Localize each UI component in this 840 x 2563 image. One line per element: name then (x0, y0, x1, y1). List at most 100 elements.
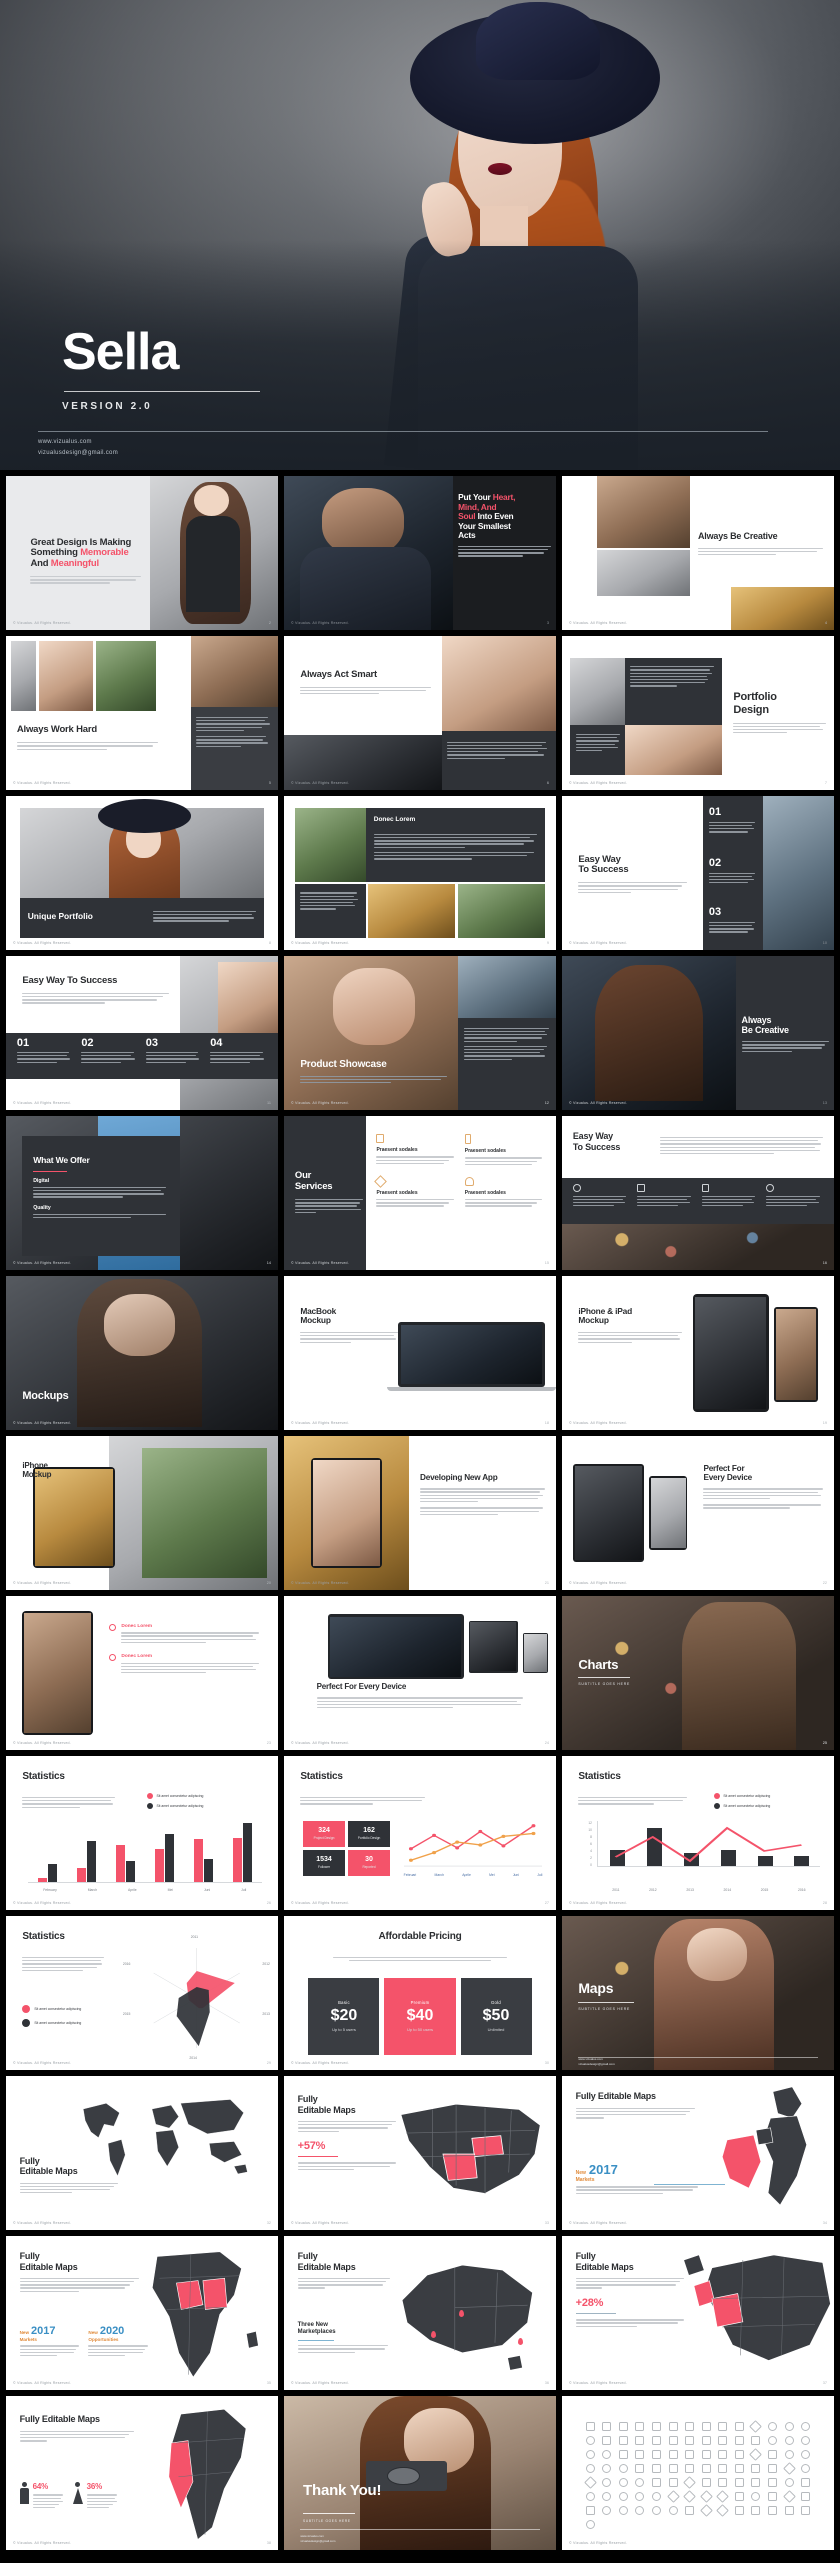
briefcase-icon[interactable] (618, 2450, 628, 2459)
tree-icon[interactable] (716, 2504, 730, 2517)
thermometer-icon[interactable] (685, 2506, 695, 2515)
info-icon[interactable] (602, 2464, 612, 2473)
knife-icon[interactable] (716, 2490, 730, 2503)
service-item[interactable]: Praesent sodales (464, 1177, 545, 1209)
target-icon[interactable] (602, 2450, 612, 2459)
slide-33-usa-map[interactable]: Fully Editable Maps +57% © Vizualus. All … (284, 2076, 556, 2230)
star-icon[interactable] (602, 2506, 612, 2515)
slide-35-africa-map[interactable]: Fully Editable Maps New 2017 Markets New… (6, 2236, 278, 2390)
brush-icon[interactable] (718, 2478, 728, 2487)
notebook-icon[interactable] (685, 2450, 695, 2459)
slide-24-perfect-every-device-2[interactable]: Perfect For Every Device © Vizualus. All… (284, 1596, 556, 1750)
group-icon[interactable] (768, 2506, 778, 2515)
hourglass-icon[interactable] (652, 2464, 662, 2473)
battery-icon[interactable] (718, 2422, 728, 2431)
pie-chart-icon[interactable] (768, 2436, 778, 2445)
bulb-icon[interactable] (602, 2478, 612, 2487)
slide-34-uk-ireland-map[interactable]: Fully Editable Maps New 2017 Markets © V… (562, 2076, 834, 2230)
slide-15-our-services[interactable]: Our Services Praesent sodales Praesent so… (284, 1116, 556, 1270)
link-icon[interactable] (701, 2478, 711, 2487)
balloon-icon[interactable] (784, 2478, 794, 2487)
coin-icon[interactable] (801, 2436, 811, 2445)
pencil-icon[interactable] (768, 2450, 778, 2459)
euro-icon[interactable] (652, 2492, 662, 2501)
wrench-icon[interactable] (666, 2490, 680, 2503)
plus-icon[interactable] (635, 2478, 645, 2487)
archive-icon[interactable] (734, 2436, 744, 2445)
slide-2-great-design[interactable]: Great Design Is Making Something Memorab… (6, 476, 278, 630)
percent-icon[interactable] (618, 2492, 628, 2501)
dollar-icon[interactable] (635, 2492, 645, 2501)
phone-icon[interactable] (652, 2422, 662, 2431)
calendar-icon[interactable] (734, 2450, 744, 2459)
smiley-icon[interactable] (784, 2436, 794, 2445)
slide-38-south-america-map[interactable]: Fully Editable Maps 64% 36% © Vizualus. … (6, 2396, 278, 2550)
heart-icon[interactable] (585, 2436, 595, 2445)
africa-map[interactable] (131, 2242, 272, 2387)
slide-27-statistics-line[interactable]: Statistics 324 Project Design 162 Portfo… (284, 1756, 556, 1910)
share-icon[interactable] (683, 2476, 697, 2489)
slide-32-world-map[interactable]: Fully Editable Maps © Vizualus. All Right… (6, 2076, 278, 2230)
slide-40-icon-library[interactable]: © Vizualus. All Rights Reserved. (562, 2396, 834, 2550)
bar-chart-icon[interactable] (701, 2450, 711, 2459)
shield-icon[interactable] (784, 2450, 794, 2459)
cart-icon[interactable] (668, 2436, 678, 2445)
check-icon[interactable] (602, 2492, 612, 2501)
basket-icon[interactable] (768, 2464, 778, 2473)
slide-16-easy-way-icons[interactable]: Easy Way To Success 16 (562, 1116, 834, 1270)
book-icon[interactable] (585, 2422, 595, 2431)
usa-map[interactable] (393, 2085, 551, 2221)
marker-icon[interactable] (751, 2478, 761, 2487)
location-icon[interactable] (585, 2520, 595, 2529)
hero-email[interactable]: vizualusdesign@gmail.com (38, 448, 118, 459)
grid-icon[interactable] (685, 2436, 695, 2445)
slide-7-portfolio-design[interactable]: Portfolio Design © Vizualus. All Rights R… (562, 636, 834, 790)
slide-6-always-act-smart[interactable]: Always Act Smart © Vizualus. All Rights … (284, 636, 556, 790)
calculator-icon[interactable] (734, 2422, 744, 2431)
gift-icon[interactable] (734, 2464, 744, 2473)
award-icon[interactable] (652, 2506, 662, 2515)
sync-icon[interactable] (751, 2436, 761, 2445)
slide-19-iphone-ipad-mockup[interactable]: iPhone & iPad Mockup © Vizualus. All Righ… (562, 1276, 834, 1430)
cone-icon[interactable] (699, 2504, 713, 2517)
slide-39-thank-you[interactable]: Thank You! SUBTITLE GOES HERE www.vizual… (284, 2396, 556, 2550)
map-pin-icon[interactable] (801, 2506, 811, 2515)
bookmark-icon[interactable] (635, 2464, 645, 2473)
service-item[interactable]: Praesent sodales (374, 1175, 456, 1209)
person-icon[interactable] (751, 2506, 761, 2515)
pen-icon[interactable] (668, 2422, 678, 2431)
crop-icon[interactable] (749, 2448, 763, 2461)
slide-8-unique-portfolio[interactable]: Unique Portfolio © Vizualus. All Rights … (6, 796, 278, 950)
printer-icon[interactable] (685, 2422, 695, 2431)
sticker-icon[interactable] (801, 2478, 811, 2487)
cloud-icon[interactable] (751, 2464, 761, 2473)
water-drop-icon[interactable] (782, 2462, 796, 2475)
south-america-map[interactable] (137, 2402, 273, 2547)
user-icon[interactable] (768, 2492, 778, 2501)
search-icon[interactable] (751, 2492, 761, 2501)
tablet-icon[interactable] (635, 2422, 645, 2431)
bag-icon[interactable] (635, 2450, 645, 2459)
pricing-card-premium[interactable]: Premium $40 Up to 50 users (384, 1977, 456, 2055)
slide-30-affordable-pricing[interactable]: Affordable Pricing Basic $20 Up to 5 use… (284, 1916, 556, 2070)
slide-20-iphone-mockup[interactable]: iPhone Mockup © Vizualus. All Rights Rese… (6, 1436, 278, 1590)
scissors-icon[interactable] (683, 2490, 697, 2503)
key-icon[interactable] (668, 2478, 678, 2487)
slide-21-developing-new-app[interactable]: Developing New App © Vizualus. All Right… (284, 1436, 556, 1590)
badge-icon[interactable] (618, 2506, 628, 2515)
slide-9-donec-lorem[interactable]: Donec Lorem © Vizualus. All Rights Reser… (284, 796, 556, 950)
slide-10-easy-way-success[interactable]: Easy Way To Success 01 02 03 © Vizualus. … (562, 796, 834, 950)
slide-36-australia-map[interactable]: Fully Editable Maps Three New Marketplaces… (284, 2236, 556, 2390)
slide-28-statistics-combo[interactable]: Statistics Sit amet consectetur adipisci… (562, 1756, 834, 1910)
block-icon[interactable] (585, 2450, 595, 2459)
slide-18-macbook-mockup[interactable]: MacBook Mockup © Vizualus. All Rights Res… (284, 1276, 556, 1430)
slide-37-europe-map[interactable]: Fully Editable Maps +28% © Vizualus. All … (562, 2236, 834, 2390)
globe-icon[interactable] (618, 2464, 628, 2473)
refresh-icon[interactable] (585, 2492, 595, 2501)
server-icon[interactable] (701, 2422, 711, 2431)
lock-icon[interactable] (585, 2464, 595, 2473)
table-icon[interactable] (718, 2450, 728, 2459)
power-icon[interactable] (618, 2478, 628, 2487)
note-icon[interactable] (585, 2506, 595, 2515)
megaphone-icon[interactable] (685, 2464, 695, 2473)
